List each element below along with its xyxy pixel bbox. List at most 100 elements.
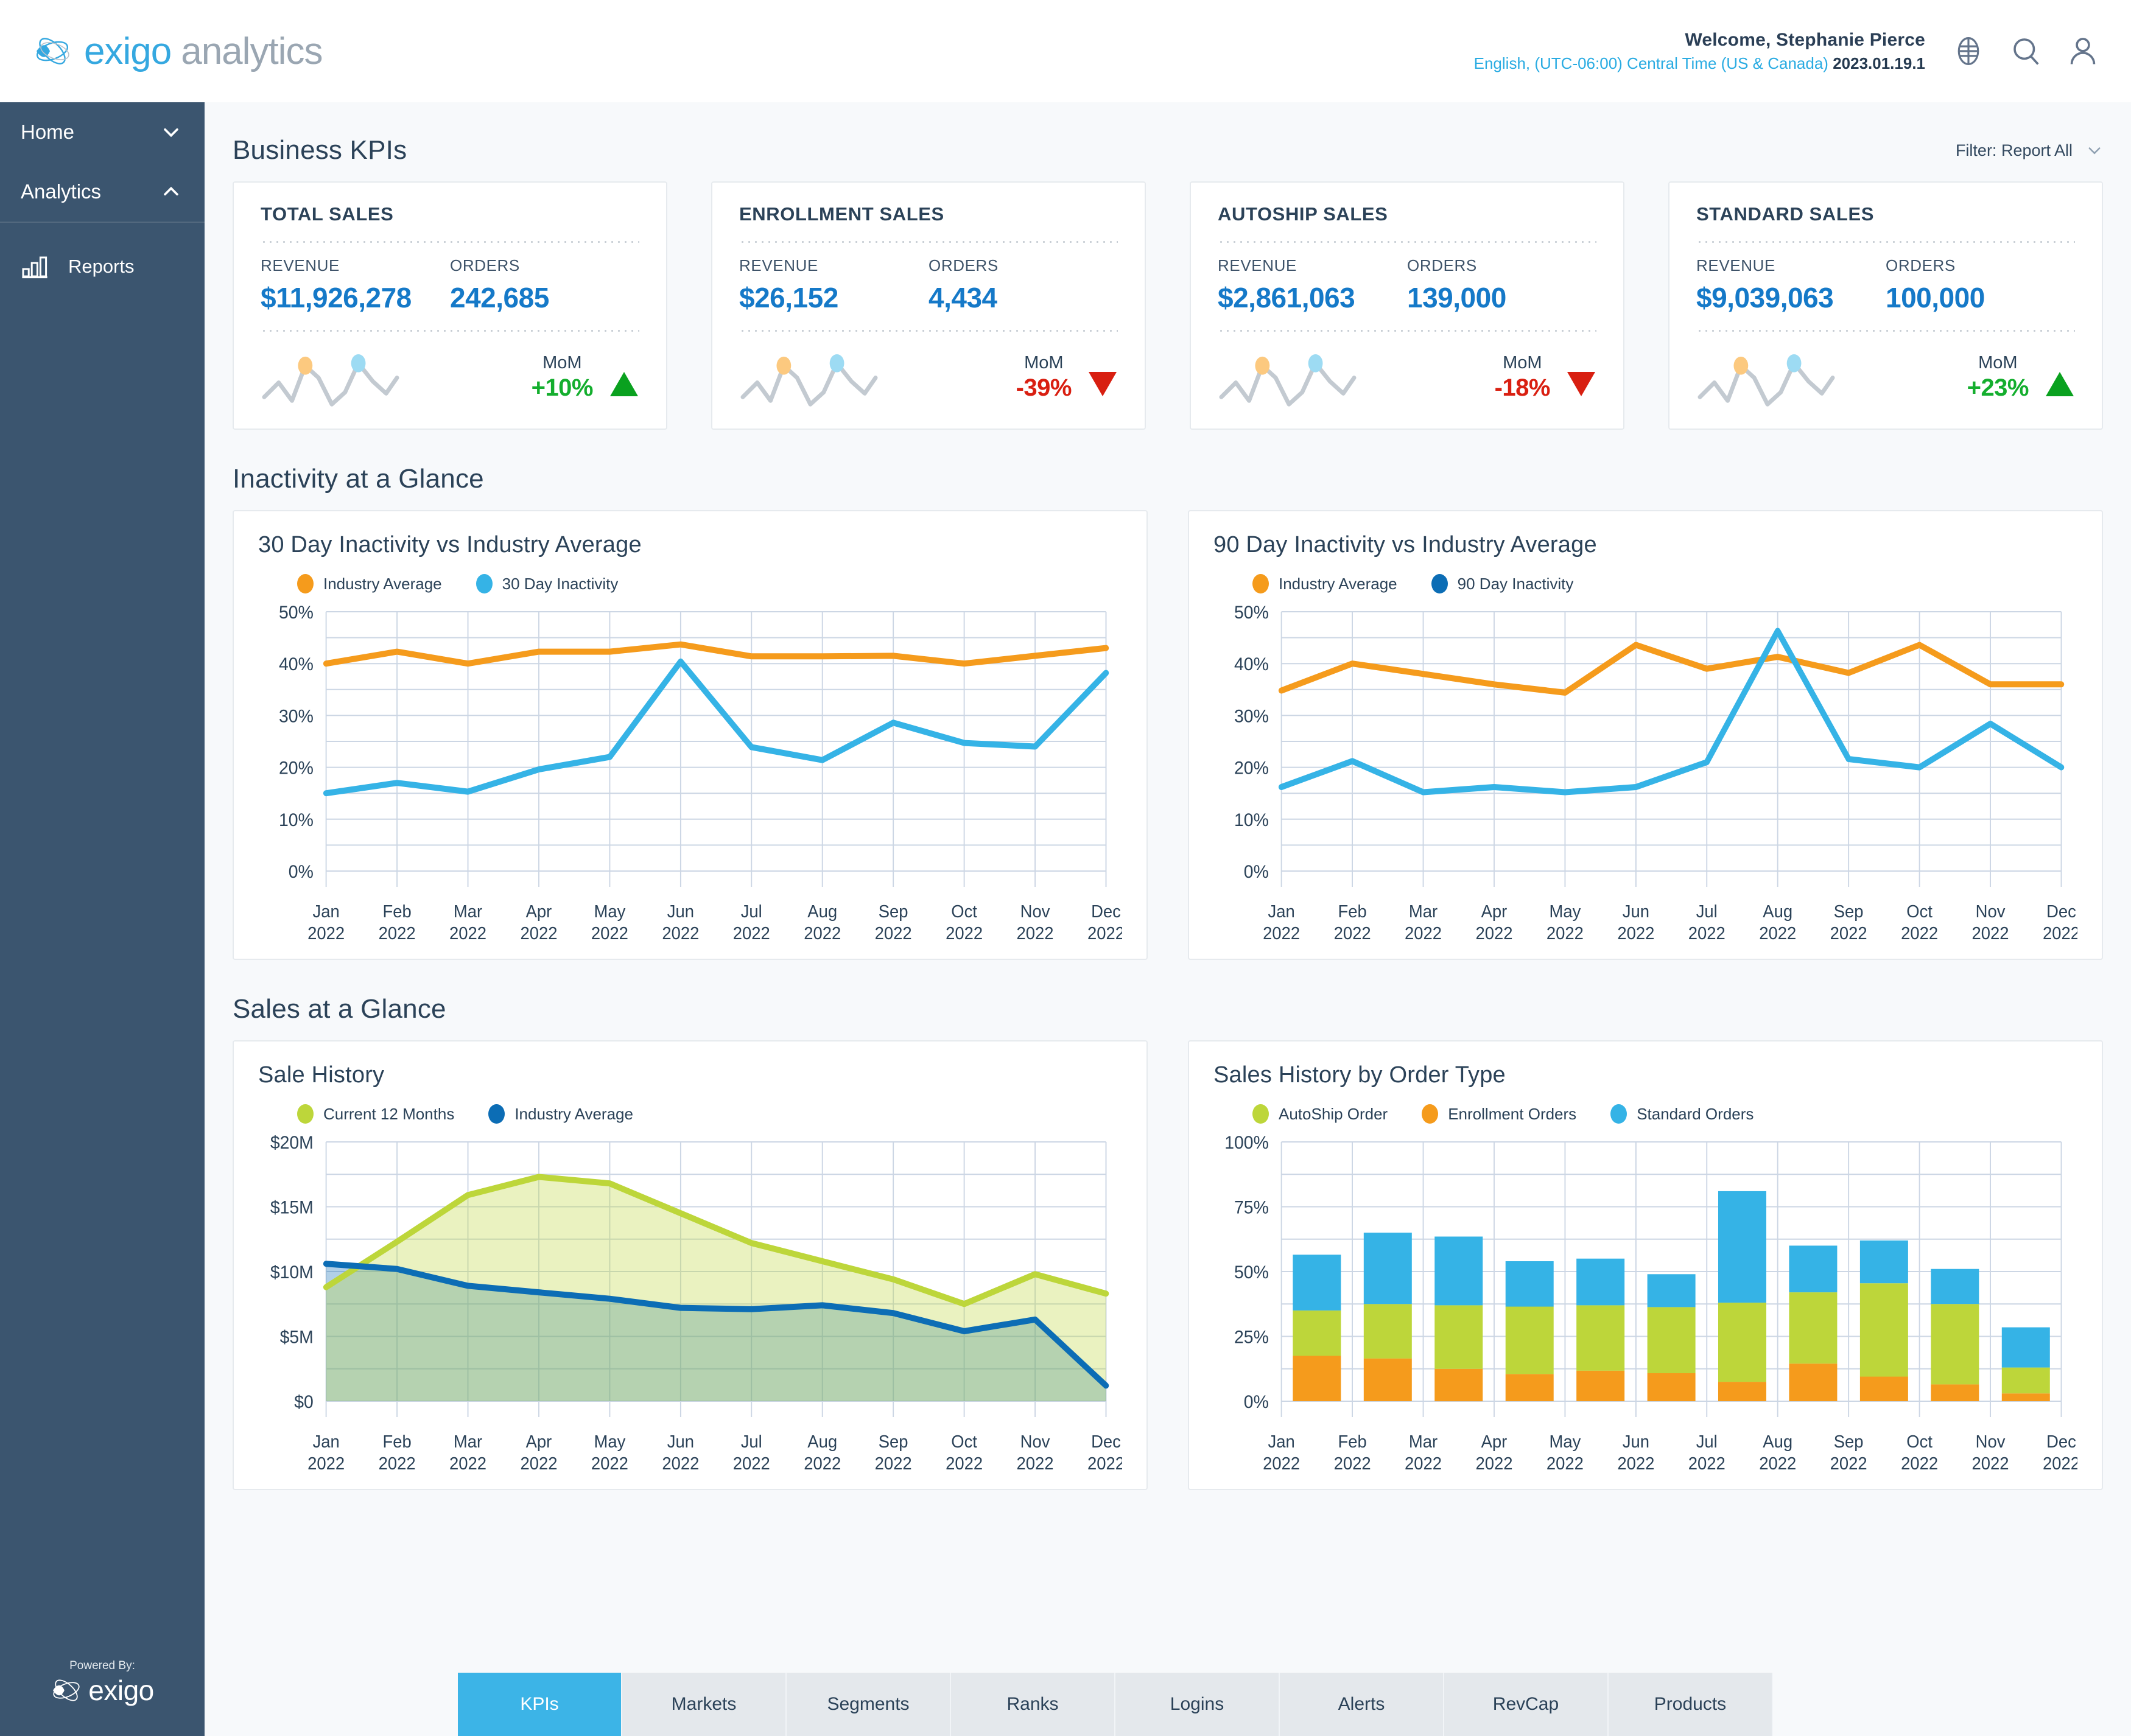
svg-text:2022: 2022: [307, 1453, 345, 1473]
legend-item[interactable]: Industry Average: [488, 1104, 633, 1124]
svg-text:2022: 2022: [1617, 1453, 1654, 1473]
mom-value: +23%: [1967, 374, 2029, 401]
svg-text:2022: 2022: [804, 1453, 841, 1473]
svg-text:2022: 2022: [1830, 923, 1867, 943]
inactivity-charts-row: 30 Day Inactivity vs Industry Average In…: [233, 510, 2103, 960]
svg-text:2022: 2022: [1688, 923, 1726, 943]
mom-text: MoM +23%: [1967, 353, 2029, 402]
svg-text:2022: 2022: [1334, 1453, 1371, 1473]
svg-text:2022: 2022: [1972, 1453, 2009, 1473]
sidebar-subgroup-analytics: Reports: [0, 222, 205, 295]
svg-text:2022: 2022: [1017, 923, 1054, 943]
svg-text:$20M: $20M: [270, 1133, 314, 1153]
legend-item[interactable]: Industry Average: [1252, 574, 1397, 593]
divider: [261, 241, 639, 243]
kpi-orders: ORDERS 242,685: [450, 256, 639, 314]
trend-down-icon: [1566, 370, 1596, 398]
svg-text:Feb: Feb: [382, 1431, 411, 1451]
svg-text:10%: 10%: [1234, 810, 1269, 830]
kpi-revenue-label: REVENUE: [1218, 256, 1297, 275]
locale-line: English, (UTC-06:00) Central Time (US & …: [1474, 53, 1925, 74]
search-icon[interactable]: [2009, 35, 2042, 68]
svg-text:Mar: Mar: [1409, 1431, 1438, 1451]
chart-plot-area: 0% 10% 20% 30% 40% 50% Jan 2022 Feb 2022 Mar 2022 Ap…: [1213, 602, 2077, 943]
legend-item[interactable]: Industry Average: [297, 574, 442, 593]
filter-dropdown[interactable]: Filter: Report All: [1956, 141, 2103, 160]
chart-legend: Industry Average 30 Day Inactivity: [297, 574, 1122, 593]
mom-label: MoM: [1503, 353, 1542, 373]
business-kpis-header: Business KPIs Filter: Report All: [233, 135, 2103, 166]
legend-item[interactable]: AutoShip Order: [1252, 1104, 1388, 1124]
svg-text:Dec: Dec: [1091, 1431, 1121, 1451]
divider: [1696, 330, 2075, 332]
svg-text:100%: 100%: [1224, 1133, 1269, 1153]
svg-text:2022: 2022: [875, 923, 912, 943]
exigo-analytics-logo[interactable]: exigo analytics: [34, 30, 323, 73]
svg-text:Jan: Jan: [1268, 1431, 1295, 1451]
svg-text:May: May: [594, 1431, 627, 1451]
chart-plot-area: $0 $5M $10M $15M $20M Jan 2022 Feb 2022 Mar 2022 Ap…: [258, 1132, 1122, 1473]
tab-segments[interactable]: Segments: [787, 1673, 951, 1736]
tab-products[interactable]: Products: [1609, 1673, 1773, 1736]
bar-chart-icon: [21, 254, 50, 279]
app-version: 2023.01.19.1: [1833, 54, 1925, 72]
svg-text:2022: 2022: [1759, 923, 1796, 943]
mom-text: MoM -39%: [1016, 353, 1072, 402]
tab-ranks[interactable]: Ranks: [951, 1673, 1115, 1736]
legend-item[interactable]: Enrollment Orders: [1422, 1104, 1576, 1124]
svg-text:Apr: Apr: [526, 1431, 552, 1451]
kpi-card: STANDARD SALES REVENUE $9,039,063 ORDERS…: [1668, 181, 2103, 430]
tab-kpis[interactable]: KPIs: [458, 1673, 622, 1736]
user-icon[interactable]: [2066, 35, 2099, 68]
svg-text:2022: 2022: [1546, 923, 1584, 943]
svg-text:Jul: Jul: [1696, 901, 1718, 921]
svg-text:Sep: Sep: [1834, 1431, 1864, 1451]
sidebar-item-reports[interactable]: Reports: [0, 239, 205, 295]
svg-text:0%: 0%: [1244, 862, 1269, 882]
svg-text:40%: 40%: [279, 655, 314, 675]
svg-text:Feb: Feb: [1338, 1431, 1366, 1451]
legend-item[interactable]: Current 12 Months: [297, 1104, 454, 1124]
legend-swatch: [297, 574, 314, 593]
divider: [739, 330, 1118, 332]
svg-text:Dec: Dec: [1091, 901, 1121, 921]
globe-icon[interactable]: [1952, 35, 1985, 68]
svg-text:2022: 2022: [1017, 1453, 1054, 1473]
tab-alerts[interactable]: Alerts: [1280, 1673, 1444, 1736]
locale-text[interactable]: English, (UTC-06:00) Central Time (US & …: [1474, 54, 1828, 72]
svg-text:Jul: Jul: [741, 901, 762, 921]
svg-text:$15M: $15M: [270, 1198, 314, 1218]
svg-text:2022: 2022: [520, 1453, 557, 1473]
svg-text:50%: 50%: [1234, 1262, 1269, 1283]
legend-swatch: [1431, 574, 1448, 593]
kpi-metrics: REVENUE $11,926,278 ORDERS 242,685: [261, 256, 639, 314]
svg-text:Sep: Sep: [879, 1431, 908, 1451]
kpi-card: ENROLLMENT SALES REVENUE $26,152 ORDERS …: [711, 181, 1146, 430]
tab-revcap[interactable]: RevCap: [1444, 1673, 1609, 1736]
legend-item[interactable]: 30 Day Inactivity: [476, 574, 618, 593]
sparkline-chart: [261, 350, 401, 407]
svg-text:Mar: Mar: [1409, 901, 1438, 921]
legend-item[interactable]: 90 Day Inactivity: [1431, 574, 1573, 593]
svg-text:2022: 2022: [1901, 923, 1938, 943]
svg-text:2022: 2022: [449, 1453, 486, 1473]
mom-value: -18%: [1494, 374, 1551, 401]
svg-text:Apr: Apr: [1481, 1431, 1508, 1451]
powered-by-block: Powered By: exigo: [0, 1659, 205, 1736]
kpi-orders: ORDERS 139,000: [1407, 256, 1596, 314]
mom-block: MoM +10%: [532, 353, 639, 402]
sidebar-item-home[interactable]: Home: [0, 102, 205, 162]
legend-item[interactable]: Standard Orders: [1610, 1104, 1754, 1124]
dashboard-scroll: Business KPIs Filter: Report All TOTAL S…: [205, 102, 2131, 1662]
tab-logins[interactable]: Logins: [1115, 1673, 1280, 1736]
svg-text:10%: 10%: [279, 810, 314, 830]
chart-title: 30 Day Inactivity vs Industry Average: [258, 532, 642, 558]
bottom-tab-bar: KPIs Markets Segments Ranks Logins Alerts RevC…: [205, 1662, 2131, 1736]
sidebar-item-analytics[interactable]: Analytics: [0, 162, 205, 222]
svg-text:Aug: Aug: [1763, 1431, 1792, 1451]
kpi-card-title: STANDARD SALES: [1696, 203, 1875, 225]
svg-text:20%: 20%: [279, 758, 314, 779]
inactivity-section-header: Inactivity at a Glance: [233, 464, 2103, 494]
kpi-card-title: TOTAL SALES: [261, 203, 394, 225]
tab-markets[interactable]: Markets: [622, 1673, 787, 1736]
